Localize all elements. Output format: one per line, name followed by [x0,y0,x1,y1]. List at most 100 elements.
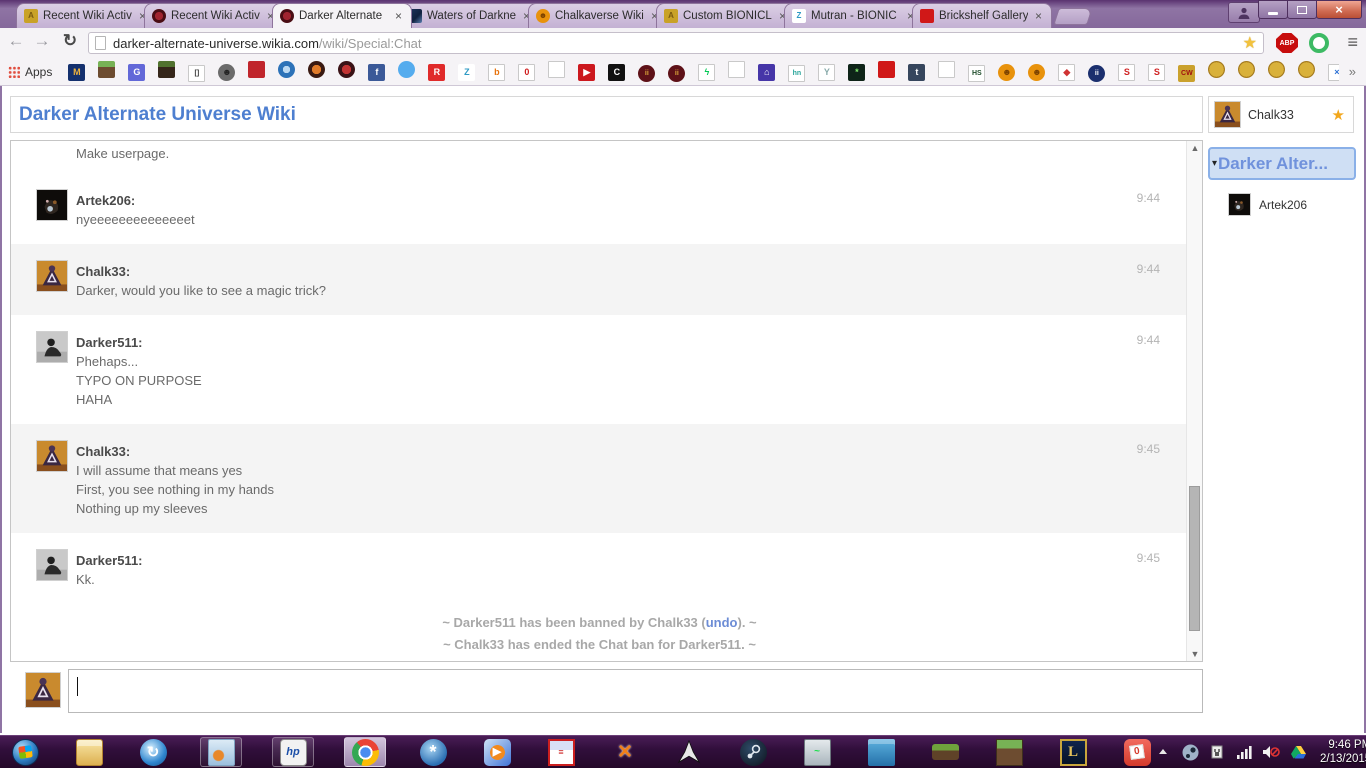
bookmark-red-cube[interactable] [248,60,266,83]
scroll-down-arrow[interactable]: ▼ [1187,647,1202,661]
user-avatar[interactable] [36,440,68,472]
bookmark-bionicle-red-2[interactable]: ii [668,62,686,82]
bookmark-youtube[interactable]: ▶ [578,62,596,81]
browser-tab[interactable]: Darker Alternate × [272,3,412,28]
profile-button[interactable] [1228,2,1260,23]
scrollbar-thumb[interactable] [1189,486,1200,631]
taskbar-hp-support[interactable]: hp [272,737,314,767]
browser-menu-icon[interactable]: ≡ [1347,32,1358,53]
bookmark-mutran-z[interactable]: Z [458,62,476,81]
taskbar-xfire[interactable]: × [608,737,642,767]
browser-tab[interactable]: Z Mutran - BIONIC × [784,3,924,28]
taskbar-photo-viewer[interactable] [200,737,242,767]
bookmark-bionicle-red-1[interactable]: ii [638,62,656,82]
hidden-icons-chevron[interactable] [1154,743,1172,761]
taskbar-terraria[interactable] [928,737,962,767]
bookmark-brickshelf[interactable] [878,60,896,83]
bookmark-green-star[interactable]: * [848,62,866,81]
bookmark-hs-green[interactable]: HS [968,62,986,82]
taskbar-sync-app[interactable]: ↻ [136,737,170,767]
bookmark-matoran-2[interactable]: ☻ [1028,62,1046,81]
browser-tab[interactable]: Brickshelf Gallery × [912,3,1052,28]
bookmark-b-orange[interactable]: b [488,62,506,81]
message-username[interactable]: Darker511: [76,551,1158,570]
taskbar-lego-digital-designer[interactable] [864,737,898,767]
user-avatar[interactable] [36,260,68,292]
bookmark-brackets-site[interactable]: [] [188,62,206,82]
steam-tray-icon[interactable] [1181,743,1199,761]
taskbar-steam[interactable] [736,737,770,767]
bookmark-blank-page-2[interactable] [728,60,746,83]
wiki-title[interactable]: Darker Alternate Universe Wiki [19,104,296,126]
bookmark-lego-cluster[interactable]: ◆ [1058,62,1076,81]
taskbar-minecraft[interactable] [992,737,1026,767]
apps-label[interactable]: Apps [25,65,52,79]
bookmark-museum[interactable]: ⌂ [758,62,776,81]
taskbar-notes-app[interactable]: 0 [1120,737,1154,767]
taskbar-frostwire[interactable]: * [416,737,450,767]
network-signal-icon[interactable] [1235,743,1253,761]
message-username[interactable]: Artek206: [76,191,1158,210]
back-button[interactable]: ← [4,31,28,51]
bookmark-twitter[interactable] [398,60,416,83]
bookmark-roblox[interactable]: R [428,62,446,81]
user-avatar[interactable] [36,331,68,363]
browser-tab[interactable]: Recent Wiki Activ × [144,3,284,28]
device-eject-icon[interactable] [1208,743,1226,761]
bookmark-facebook[interactable]: f [368,62,386,81]
browser-tab[interactable]: ☻ Chalkaverse Wiki × [528,3,668,28]
bookmarks-overflow-chevron[interactable]: » [1339,64,1366,79]
taskbar-windows-media-player[interactable]: ▶ [480,737,514,767]
taskbar-skyrim[interactable] [672,737,706,767]
browser-tab[interactable]: Waters of Darkne × [400,3,540,28]
bookmark-kanohi-4[interactable] [1298,60,1316,83]
bookmark-matoran-1[interactable]: ☻ [998,62,1016,81]
bookmark-kanohi-1[interactable] [1208,60,1226,83]
bookmark-minecraft-wiki[interactable]: M [68,62,86,81]
user-avatar[interactable] [36,549,68,581]
message-username[interactable]: Darker511: [76,333,1158,352]
bookmark-star-icon[interactable]: ★ [1243,33,1257,53]
tab-close-icon[interactable]: × [393,9,404,23]
taskbar-google-chrome[interactable] [344,737,386,767]
favorite-star-icon[interactable]: ★ [1332,106,1345,124]
forward-button[interactable]: → [30,31,54,51]
bookmark-red-orb[interactable] [338,60,356,83]
bookmark-x-blue[interactable]: × [1328,62,1339,81]
taskbar-league-of-legends[interactable]: L [1056,737,1090,767]
bookmark-deviantart[interactable]: ϟ [698,62,716,81]
maximize-button[interactable] [1287,0,1317,19]
bookmark-blank-page[interactable] [548,60,566,83]
scroll-up-arrow[interactable]: ▲ [1187,141,1202,155]
google-drive-icon[interactable] [1289,743,1307,761]
message-username[interactable]: Chalk33: [76,442,1158,461]
taskbar-system-monitor[interactable]: ~ [800,737,834,767]
bookmark-c-black[interactable]: C [608,62,626,81]
taskbar-clock[interactable]: 9:46 PM 2/13/2015 [1320,738,1366,766]
minimize-button[interactable] [1258,0,1288,19]
green-extension-icon[interactable] [1309,33,1329,53]
bookmark-goblet[interactable]: Y [818,62,836,81]
bookmark-s-red-1[interactable]: S [1118,62,1136,81]
bookmark-kanohi-3[interactable] [1268,60,1286,83]
browser-tab[interactable]: A Recent Wiki Activ × [16,3,156,28]
tab-close-icon[interactable]: × [1033,9,1044,23]
browser-tab[interactable]: A Custom BIONICL × [656,3,796,28]
bookmark-g-app[interactable]: G [128,62,146,81]
bookmark-dark-grass-block[interactable] [158,60,176,83]
bookmark-flame-orb[interactable] [308,60,326,83]
apps-grid-icon[interactable] [8,65,20,78]
bookmark-dark-face[interactable]: ☻ [218,62,236,81]
rail-user-entry[interactable]: Artek206 [1228,193,1307,216]
bookmark-s-red-2[interactable]: S [1148,62,1166,81]
bookmark-grass-block[interactable] [98,60,116,83]
bookmark-tumblr[interactable]: t [908,62,926,81]
chat-message-input[interactable] [68,669,1203,713]
bookmark-kanohi-2[interactable] [1238,60,1256,83]
bookmark-blue-ii-orb[interactable]: ii [1088,62,1106,82]
bookmark-cw[interactable]: CW [1178,62,1196,82]
adblock-extension-icon[interactable]: ABP [1276,33,1298,53]
address-bar[interactable]: darker-alternate-universe.wikia.com/wiki… [88,32,1264,54]
bookmark-bzpower[interactable] [278,60,296,83]
user-avatar[interactable] [36,189,68,221]
